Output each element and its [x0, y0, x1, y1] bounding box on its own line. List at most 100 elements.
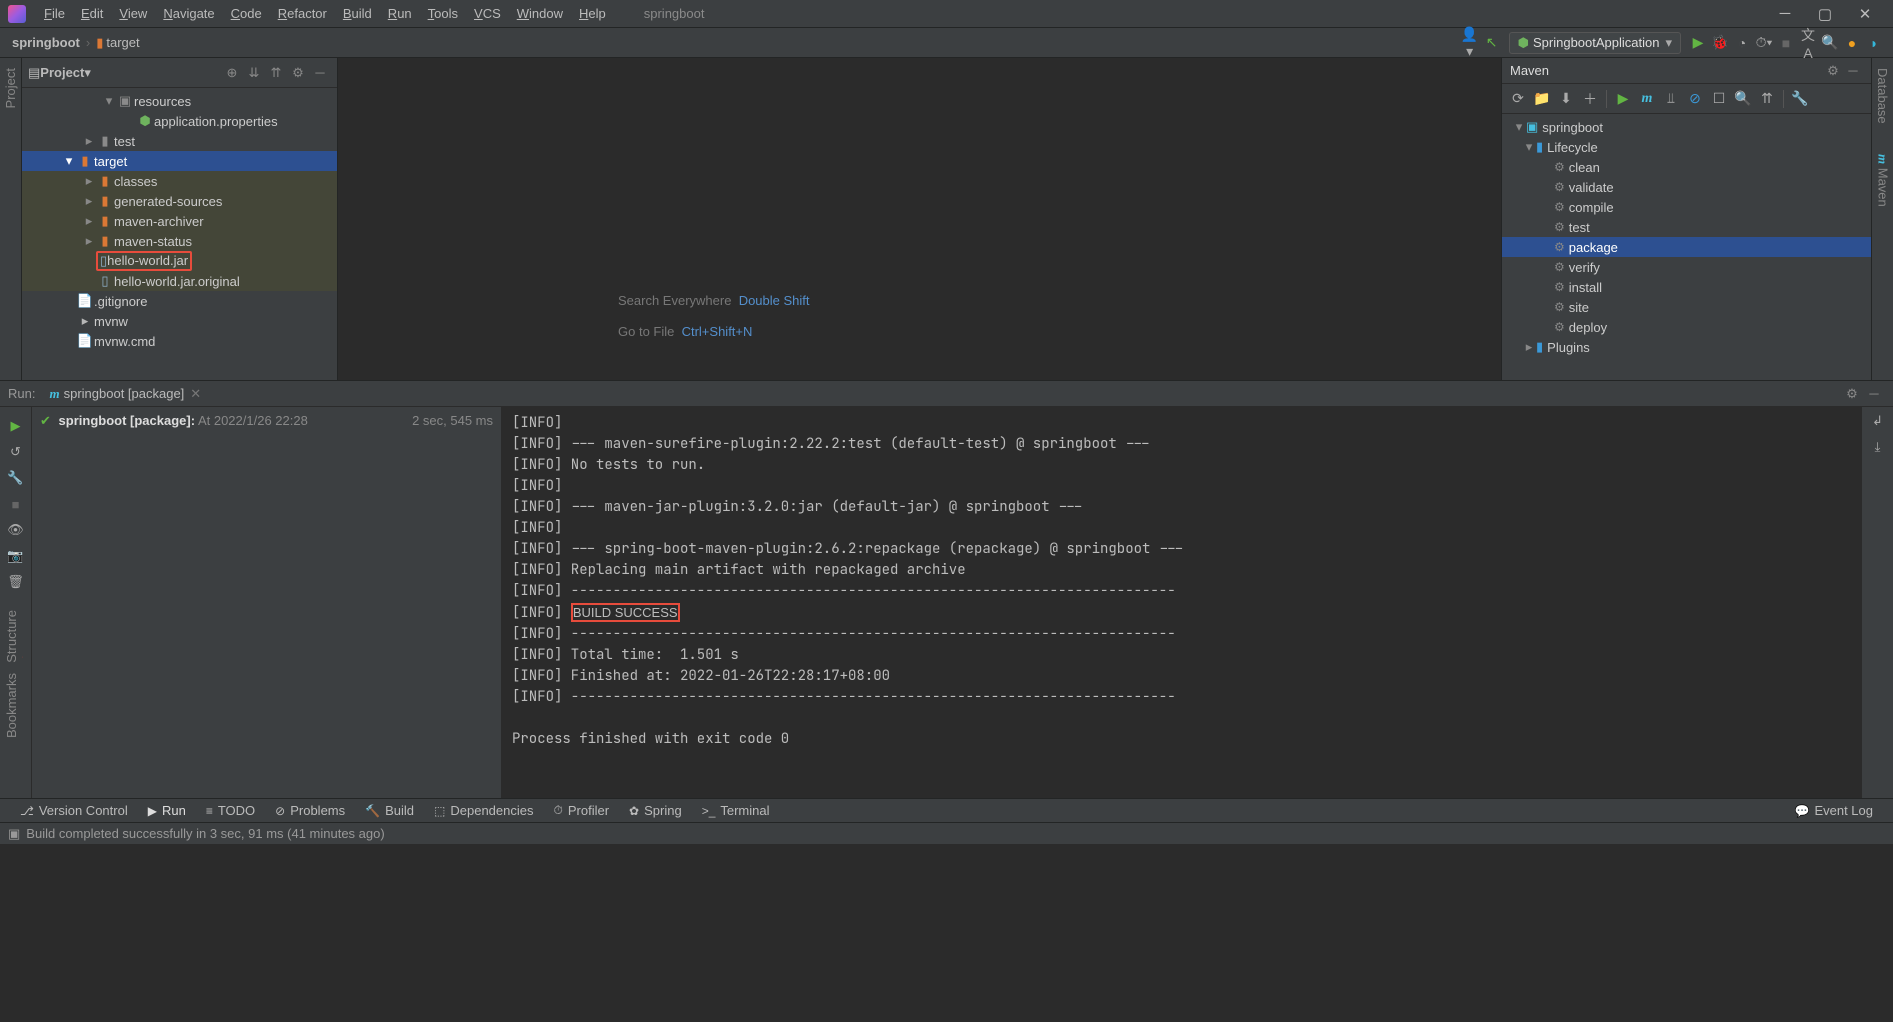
settings-gear-icon[interactable]: ⚙	[287, 65, 309, 81]
maven-goal-site[interactable]: ⚙site	[1502, 297, 1871, 317]
database-tab[interactable]: Database	[1875, 68, 1890, 124]
coverage-icon[interactable]: ◔	[1731, 35, 1753, 51]
breadcrumb-root[interactable]: springboot	[8, 35, 84, 50]
dump-icon[interactable]: 📷	[0, 543, 31, 569]
run-status-tree[interactable]: ✔ springboot [package]: At 2022/1/26 22:…	[32, 407, 502, 798]
menu-tools[interactable]: Tools	[420, 6, 466, 21]
project-view-selector[interactable]: ▤ Project ▾	[28, 65, 91, 81]
delete-icon[interactable]: 🗑	[0, 569, 31, 595]
minimize-button[interactable]: ─	[1765, 5, 1805, 22]
build-hammer-icon[interactable]: ↖	[1481, 34, 1503, 51]
toggle-auto-icon[interactable]: 🔧	[0, 465, 31, 491]
menu-view[interactable]: View	[111, 6, 155, 21]
tree-folder-target[interactable]: ▾▮target	[22, 151, 337, 171]
bottom-tab-spring[interactable]: ✿Spring	[619, 803, 692, 818]
soft-wrap-icon[interactable]: ↲	[1872, 413, 1883, 439]
maven-plugins[interactable]: ▸▮Plugins	[1502, 337, 1871, 357]
show-icon[interactable]: 👁	[0, 517, 31, 543]
maven-goal-validate[interactable]: ⚙validate	[1502, 177, 1871, 197]
menu-code[interactable]: Code	[223, 6, 270, 21]
maven-goal-test[interactable]: ⚙test	[1502, 217, 1871, 237]
tree-folder-test[interactable]: ▸▮test	[22, 131, 337, 151]
search-everywhere-icon[interactable]: 🔍	[1819, 34, 1841, 51]
project-tree[interactable]: ▾▣resources ⬢application.properties ▸▮te…	[22, 88, 337, 380]
bottom-tab-build[interactable]: 🔨Build	[355, 803, 424, 818]
maven-lifecycle[interactable]: ▾▮Lifecycle	[1502, 137, 1871, 157]
project-tab[interactable]: Project	[3, 68, 18, 108]
maven-m-icon[interactable]: m	[1635, 91, 1659, 107]
run-button-icon[interactable]: ▶	[1687, 34, 1709, 51]
run-tab[interactable]: m springboot [package] ✕	[43, 386, 207, 402]
maven-settings-icon[interactable]: ⚙	[1823, 63, 1843, 79]
tree-folder-maven-archiver[interactable]: ▸▮maven-archiver	[22, 211, 337, 231]
tree-file-mvnw[interactable]: ▸mvnw	[22, 311, 337, 331]
menu-edit[interactable]: Edit	[73, 6, 111, 21]
maven-goal-install[interactable]: ⚙install	[1502, 277, 1871, 297]
bottom-tab-problems[interactable]: ⊘Problems	[265, 803, 355, 818]
run-settings-icon[interactable]: ⚙	[1841, 386, 1863, 402]
maven-goal-verify[interactable]: ⚙verify	[1502, 257, 1871, 277]
tree-folder-classes[interactable]: ▸▮classes	[22, 171, 337, 191]
profiler-icon[interactable]: ⏱▾	[1753, 34, 1775, 51]
user-icon[interactable]: 👤▾	[1459, 26, 1481, 60]
maven-tab[interactable]: m Maven	[1875, 154, 1891, 207]
menu-help[interactable]: Help	[571, 6, 614, 21]
maven-add-icon[interactable]: ＋	[1578, 89, 1602, 109]
maven-reload-icon[interactable]: ⟳	[1506, 90, 1530, 107]
tree-folder-maven-status[interactable]: ▸▮maven-status	[22, 231, 337, 251]
locate-icon[interactable]: ⊕	[221, 65, 243, 81]
maven-toggle-offline-icon[interactable]: ⫫	[1659, 90, 1683, 107]
bottom-tab-profiler[interactable]: ⏱Profiler	[543, 803, 619, 818]
tree-folder-generated-sources[interactable]: ▸▮generated-sources	[22, 191, 337, 211]
bottom-tab-version-control[interactable]: ⎇Version Control	[10, 803, 138, 818]
rerun-icon[interactable]: ▶	[0, 413, 31, 439]
bottom-tab-terminal[interactable]: >_Terminal	[692, 803, 780, 818]
tree-file-hello-world-jar[interactable]: ▯hello-world.jar	[22, 251, 337, 271]
maven-hide-icon[interactable]: ─	[1843, 63, 1863, 78]
menu-file[interactable]: File	[36, 6, 73, 21]
maven-goal-compile[interactable]: ⚙compile	[1502, 197, 1871, 217]
expand-all-icon[interactable]: ⇊	[243, 65, 265, 81]
maven-goal-package[interactable]: ⚙package	[1502, 237, 1871, 257]
maven-tree[interactable]: ▾▣springboot ▾▮Lifecycle ⚙clean⚙validate…	[1502, 114, 1871, 380]
more-actions-icon[interactable]: 文A	[1797, 25, 1819, 61]
maven-goal-deploy[interactable]: ⚙deploy	[1502, 317, 1871, 337]
bookmarks-tab[interactable]: Bookmarks	[4, 673, 19, 738]
menu-vcs[interactable]: VCS	[466, 6, 509, 21]
console-output[interactable]: [INFO] [INFO] --- maven-surefire-plugin:…	[502, 407, 1861, 798]
bottom-tab-dependencies[interactable]: ⬚Dependencies	[424, 803, 543, 818]
tree-file-application-properties[interactable]: ⬢application.properties	[22, 111, 337, 131]
menu-run[interactable]: Run	[380, 6, 420, 21]
tree-folder-resources[interactable]: ▾▣resources	[22, 91, 337, 111]
hide-panel-icon[interactable]: ─	[309, 65, 331, 80]
tree-file-gitignore[interactable]: 📄.gitignore	[22, 291, 337, 311]
structure-tab[interactable]: Structure	[4, 610, 19, 663]
status-tool-icon[interactable]: ▣	[8, 826, 20, 842]
maximize-button[interactable]: ▢	[1805, 5, 1845, 23]
collapse-all-icon[interactable]: ⇈	[265, 65, 287, 81]
menu-window[interactable]: Window	[509, 6, 571, 21]
tree-file-mvnw-cmd[interactable]: 📄mvnw.cmd	[22, 331, 337, 351]
maven-root[interactable]: ▾▣springboot	[1502, 117, 1871, 137]
bottom-tab-todo[interactable]: ≡TODO	[196, 803, 265, 818]
close-button[interactable]: ✕	[1845, 5, 1885, 23]
rerun-failed-icon[interactable]: ↺	[0, 439, 31, 465]
menu-build[interactable]: Build	[335, 6, 380, 21]
breadcrumb-child[interactable]: ▮target	[92, 35, 143, 51]
maven-goal-clean[interactable]: ⚙clean	[1502, 157, 1871, 177]
maven-show-deps-icon[interactable]: ☐	[1707, 90, 1731, 107]
maven-run-icon[interactable]: ▶	[1611, 90, 1635, 107]
run-configuration-dropdown[interactable]: ⬢ SpringbootApplication ▾	[1509, 32, 1681, 54]
menu-navigate[interactable]: Navigate	[155, 6, 222, 21]
stop-button-icon[interactable]: ■	[1775, 35, 1797, 51]
scroll-end-icon[interactable]: ⤓	[1875, 439, 1881, 465]
ide-updates-icon[interactable]: ●	[1841, 35, 1863, 51]
menu-refactor[interactable]: Refactor	[270, 6, 335, 21]
debug-button-icon[interactable]: 🐞	[1709, 34, 1731, 51]
code-with-me-icon[interactable]: ◗	[1863, 35, 1885, 51]
maven-find-icon[interactable]: 🔍	[1731, 90, 1755, 107]
maven-skip-tests-icon[interactable]: ⊘	[1683, 90, 1707, 107]
maven-download-icon[interactable]: ⬇	[1554, 90, 1578, 107]
tree-file-hello-world-jar-original[interactable]: ▯hello-world.jar.original	[22, 271, 337, 291]
stop-icon[interactable]: ■	[0, 491, 31, 517]
